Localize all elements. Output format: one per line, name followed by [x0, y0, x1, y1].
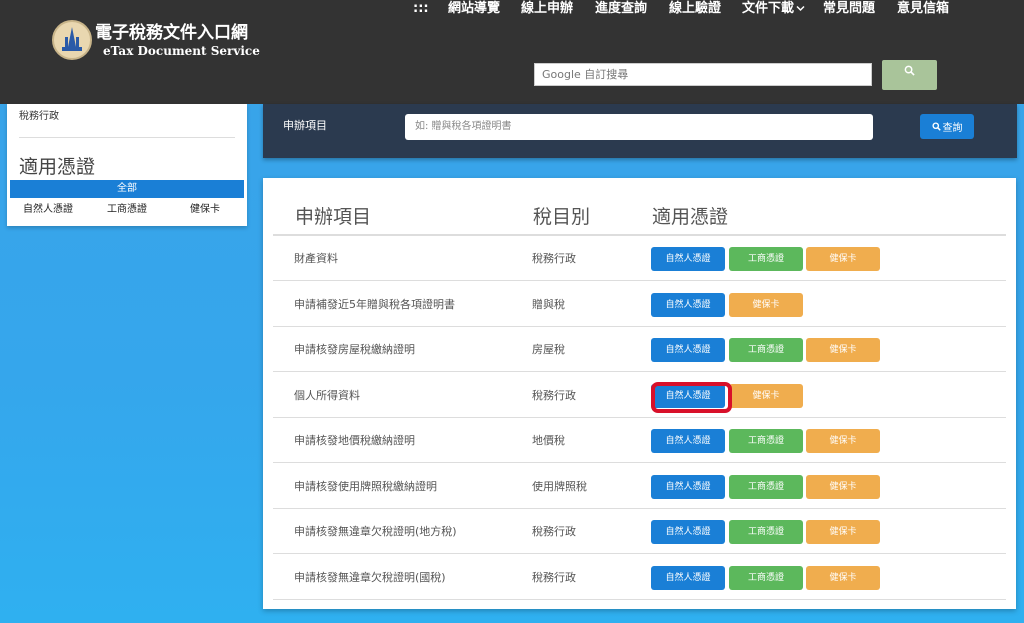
highlight-annotation: [651, 382, 732, 413]
search-icon: [904, 65, 915, 76]
filter-business-cert[interactable]: 工商憑證: [107, 200, 147, 215]
google-search-input[interactable]: Google 自訂搜尋: [534, 63, 872, 86]
application-item-name: 財產資料: [294, 252, 338, 265]
filter-natural-cert[interactable]: 自然人憑證: [23, 200, 73, 215]
item-search-button[interactable]: 查詢: [920, 114, 974, 139]
item-search-panel: 申辦項目 如: 贈與稅各項證明書 查詢: [263, 104, 1017, 158]
natural-cert-button[interactable]: 自然人憑證: [651, 338, 725, 362]
application-item-name: 申請核發房屋稅繳納證明: [294, 343, 415, 356]
table-row: 財產資料 稅務行政 自然人憑證 工商憑證 健保卡: [273, 236, 1006, 281]
column-header-item: 申辦項目: [295, 206, 372, 228]
nav-verify[interactable]: 線上驗證: [669, 0, 721, 18]
health-card-button[interactable]: 健保卡: [806, 520, 880, 544]
tax-category: 贈與稅: [532, 298, 565, 311]
sidebar-title: 適用憑證: [19, 156, 96, 178]
table-row: 申請核發地價稅繳納證明 地價稅 自然人憑證 工商憑證 健保卡: [273, 418, 1006, 463]
business-cert-button[interactable]: 工商憑證: [729, 247, 803, 271]
nav-faq[interactable]: 常見問題: [823, 0, 875, 18]
application-item-name: 申請核發地價稅繳納證明: [294, 434, 415, 447]
tax-category: 稅務行政: [532, 525, 576, 538]
health-card-button[interactable]: 健保卡: [806, 338, 880, 362]
nav-accesskey[interactable]: :::: [413, 0, 429, 18]
nav-download[interactable]: 文件下載: [742, 0, 805, 18]
business-cert-button[interactable]: 工商憑證: [729, 429, 803, 453]
divider: [19, 137, 235, 138]
table-row: 個人所得資料 稅務行政 自然人憑證 健保卡: [273, 373, 1006, 418]
natural-cert-button[interactable]: 自然人憑證: [651, 429, 725, 453]
tax-category: 稅務行政: [532, 571, 576, 584]
site-logo[interactable]: 電子稅務文件入口網 eTax Document Service: [52, 20, 260, 60]
logo-title: 電子稅務文件入口網: [95, 23, 248, 43]
health-card-button[interactable]: 健保卡: [806, 247, 880, 271]
health-card-button[interactable]: 健保卡: [729, 293, 803, 317]
natural-cert-button[interactable]: 自然人憑證: [651, 520, 725, 544]
tax-category: 房屋稅: [532, 343, 565, 356]
tax-category: 稅務行政: [532, 389, 576, 402]
application-table: 申辦項目 稅目別 適用憑證 財產資料 稅務行政 自然人憑證 工商憑證 健保卡 申請補發近5…: [263, 178, 1016, 609]
table-row: 申請核發使用牌照稅繳納證明 使用牌照稅 自然人憑證 工商憑證 健保卡: [273, 464, 1006, 509]
tax-category: 稅務行政: [532, 252, 576, 265]
health-card-button[interactable]: 健保卡: [729, 384, 803, 408]
search-icon: [931, 122, 941, 131]
tax-category: 地價稅: [532, 434, 565, 447]
health-card-button[interactable]: 健保卡: [806, 566, 880, 590]
logo-subtitle: eTax Document Service: [103, 44, 260, 58]
nav-progress[interactable]: 進度查詢: [595, 0, 647, 18]
nav-online-apply[interactable]: 線上申辦: [521, 0, 573, 18]
chevron-down-icon: [796, 5, 805, 12]
emblem-icon: [52, 20, 92, 60]
health-card-button[interactable]: 健保卡: [806, 429, 880, 453]
table-row: 申請核發房屋稅繳納證明 房屋稅 自然人憑證 工商憑證 健保卡: [273, 327, 1006, 372]
natural-cert-button[interactable]: 自然人憑證: [651, 566, 725, 590]
filter-sidebar: 稅務行政 適用憑證 全部 自然人憑證 工商憑證 健保卡: [7, 104, 247, 226]
business-cert-button[interactable]: 工商憑證: [729, 566, 803, 590]
tax-category: 使用牌照稅: [532, 480, 587, 493]
business-cert-button[interactable]: 工商憑證: [729, 475, 803, 499]
natural-cert-button[interactable]: 自然人憑證: [651, 247, 725, 271]
health-card-button[interactable]: 健保卡: [806, 475, 880, 499]
filter-health-card[interactable]: 健保卡: [190, 200, 220, 215]
item-search-button-label: 查詢: [942, 123, 963, 134]
site-header: 電子稅務文件入口網 eTax Document Service ::: 網站導覽…: [0, 0, 1024, 104]
table-row: 申請補發近5年贈與稅各項證明書 贈與稅 自然人憑證 健保卡: [273, 282, 1006, 327]
table-row: 申請核發無違章欠稅證明(國稅) 稅務行政 自然人憑證 工商憑證 健保卡: [273, 555, 1006, 600]
nav-download-label: 文件下載: [742, 1, 795, 16]
business-cert-button[interactable]: 工商憑證: [729, 520, 803, 544]
nav-sitemap[interactable]: 網站導覽: [448, 0, 500, 18]
column-header-tax: 稅目別: [533, 206, 591, 228]
item-search-input[interactable]: 如: 贈與稅各項證明書: [405, 114, 873, 140]
application-item-name: 申請核發使用牌照稅繳納證明: [294, 480, 437, 493]
sidebar-category-link[interactable]: 稅務行政: [19, 107, 59, 122]
application-item-name: 申請核發無違章欠稅證明(地方稅): [294, 525, 457, 538]
filter-all[interactable]: 全部: [10, 180, 244, 198]
nav-feedback[interactable]: 意見信箱: [897, 0, 949, 18]
natural-cert-button[interactable]: 自然人憑證: [651, 293, 725, 317]
natural-cert-button[interactable]: 自然人憑證: [651, 475, 725, 499]
business-cert-button[interactable]: 工商憑證: [729, 338, 803, 362]
application-item-name: 個人所得資料: [294, 389, 360, 402]
application-item-name: 申請補發近5年贈與稅各項證明書: [294, 298, 455, 311]
column-header-cert: 適用憑證: [652, 206, 729, 228]
application-item-name: 申請核發無違章欠稅證明(國稅): [294, 571, 446, 584]
google-search-button[interactable]: [882, 60, 937, 90]
table-row: 申請核發無違章欠稅證明(地方稅) 稅務行政 自然人憑證 工商憑證 健保卡: [273, 509, 1006, 554]
item-search-label: 申辦項目: [283, 119, 327, 132]
